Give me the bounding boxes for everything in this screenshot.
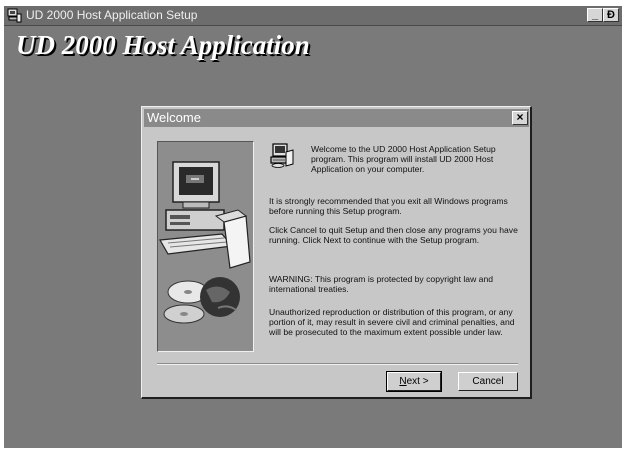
next-mnemonic: N [399,376,407,387]
setup-artwork-panel [157,141,254,352]
setup-window-title: UD 2000 Host Application Setup [26,8,198,22]
screen: UD 2000 Host Application Setup _ Ɖ UD 20… [0,0,622,466]
minimize-button[interactable]: _ [587,8,603,22]
welcome-dialog-titlebar[interactable]: Welcome × [144,109,529,127]
setup-computer-icon [270,143,294,168]
welcome-dialog-title: Welcome [147,110,201,125]
cancel-button[interactable]: Cancel [458,372,518,391]
window-bottom-strip [4,448,622,466]
next-button[interactable]: Next > [386,371,442,392]
warning-text: WARNING: This program is protected by co… [269,274,493,294]
maximize-button[interactable]: Ɖ [603,8,619,22]
welcome-text: Welcome to the UD 2000 Host Application … [311,144,496,174]
setup-window-titlebar[interactable]: UD 2000 Host Application Setup _ Ɖ [4,6,622,26]
recommend-text: It is strongly recommended that you exit… [269,196,508,216]
app-banner-title: UD 2000 Host Application [16,30,310,60]
close-button[interactable]: × [512,111,528,125]
next-label-rest: ext > [406,376,429,387]
setup-computer-icon [7,8,22,23]
welcome-dialog: Welcome × Welcome to the UD 2000 Host Ap… [141,106,532,399]
cancel-info-text: Click Cancel to quit Setup and then clos… [269,225,518,245]
button-separator [157,363,518,365]
unauthorized-text: Unauthorized reproduction or distributio… [269,307,515,337]
computer-with-cds-icon [159,161,251,324]
